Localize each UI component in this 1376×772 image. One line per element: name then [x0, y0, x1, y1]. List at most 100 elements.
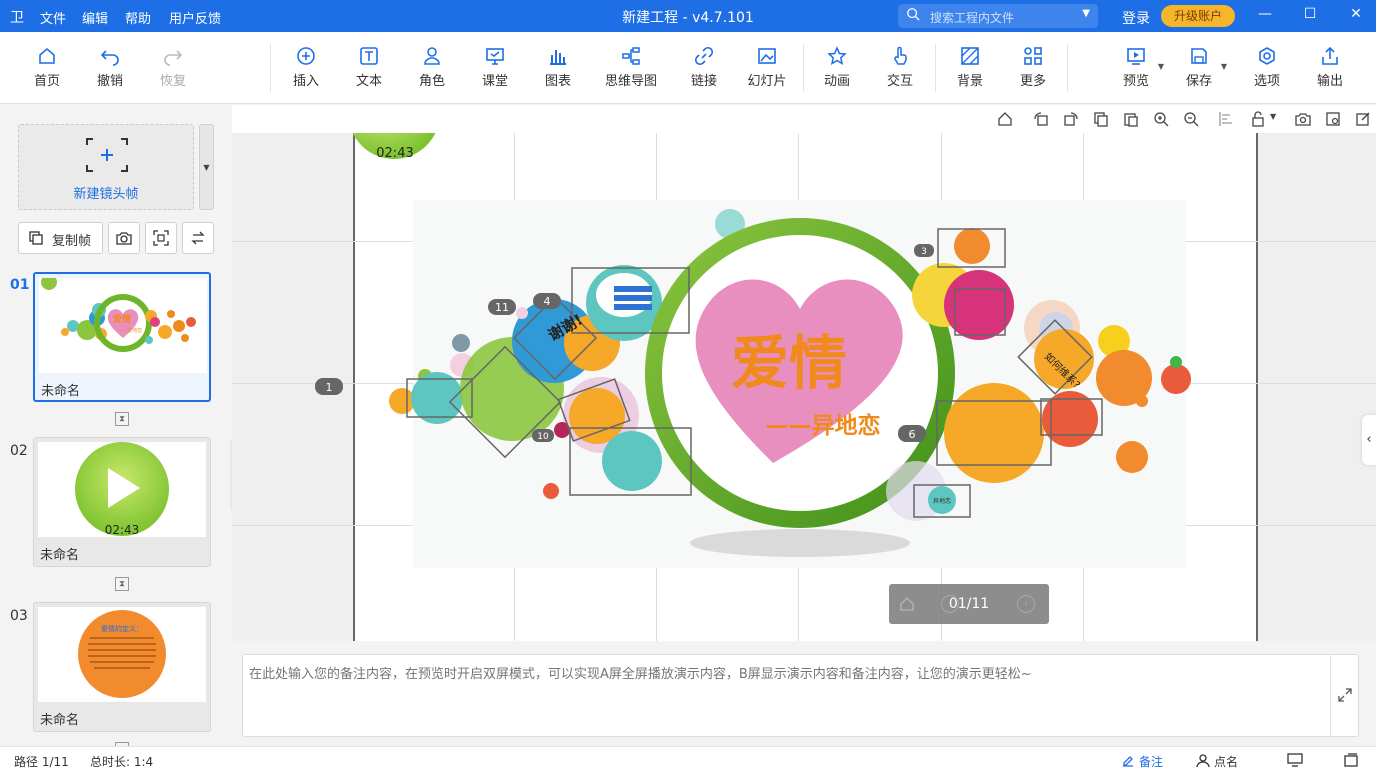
slide-name[interactable]: 未命名	[40, 709, 79, 728]
minimize-icon[interactable]: —	[1255, 6, 1275, 22]
canvas-stage[interactable]: 02:43 爱情 ——异地恋 异地恋 谢谢! 如何维系? 1 3 4 6 10 …	[232, 133, 1376, 641]
align-left-icon[interactable]	[1218, 111, 1234, 127]
rollcall-icon[interactable]	[1196, 754, 1210, 768]
bubble	[543, 483, 559, 499]
mindmap-button[interactable]: 思维导图	[596, 46, 666, 89]
undo-button[interactable]: 撤销	[80, 46, 140, 89]
person-icon	[424, 47, 440, 65]
new-frame-button[interactable]: 新建镜头帧	[18, 124, 194, 210]
slide-3-preview-art: 爱情的定义：	[78, 610, 166, 698]
home-button[interactable]: 首页	[17, 46, 77, 89]
menu-feedback[interactable]: 用户反馈	[169, 8, 221, 27]
expand-right-panel-button[interactable]: ‹	[1362, 415, 1376, 465]
lock-icon[interactable]	[1250, 111, 1266, 127]
slide-thumbnail-3[interactable]: 爱情的定义： 未命名	[33, 602, 211, 732]
redo-button[interactable]: 恢复	[143, 46, 203, 89]
image-settings-icon[interactable]	[1325, 111, 1341, 127]
link-button[interactable]: 链接	[674, 46, 734, 89]
bubble	[944, 383, 1044, 483]
tag-label: 异地恋	[933, 497, 951, 505]
copy-icon[interactable]	[1093, 111, 1109, 127]
save-button[interactable]: 保存 ▼	[1169, 46, 1229, 89]
preview-label: 预览	[1122, 74, 1149, 89]
role-button[interactable]: 角色	[402, 46, 462, 89]
insert-button[interactable]: 插入	[276, 46, 336, 89]
image-slide-icon	[758, 48, 776, 64]
play-screen-icon	[1127, 48, 1145, 65]
notes-icon[interactable]	[1121, 754, 1135, 768]
redo-icon	[164, 50, 183, 66]
text-button[interactable]: 文本	[339, 46, 399, 89]
slide-title: 爱情	[731, 329, 847, 397]
new-frame-label: 新建镜头帧	[73, 187, 139, 202]
next-page-button[interactable]: ›	[1017, 595, 1035, 613]
slide-name[interactable]: 未命名	[40, 544, 79, 563]
menu-help[interactable]: 帮助	[125, 8, 151, 27]
upgrade-button[interactable]: 升级账户	[1161, 5, 1235, 27]
chevron-down-icon[interactable]: ▼	[1270, 112, 1276, 121]
edit-icon[interactable]	[1355, 111, 1371, 127]
swap-frame-button[interactable]	[182, 222, 214, 254]
screen-icon[interactable]	[1287, 753, 1303, 767]
role-label: 角色	[418, 74, 445, 89]
toolbar-divider	[803, 44, 804, 92]
path-badge-label: 11	[495, 301, 509, 314]
notes-input[interactable]	[249, 663, 1329, 723]
copy-frame-button[interactable]: 复制帧	[18, 222, 103, 254]
options-button[interactable]: 选项	[1237, 46, 1297, 89]
animation-button[interactable]: 动画	[807, 46, 867, 89]
close-icon[interactable]: ✕	[1346, 6, 1366, 22]
project-search-input[interactable]: 搜索工程内文件 ▼	[898, 4, 1098, 28]
bubble	[516, 307, 528, 319]
save-label: 保存	[1185, 74, 1212, 89]
slide-button[interactable]: 幻灯片	[737, 46, 797, 89]
paste-icon[interactable]	[1123, 111, 1139, 127]
more-button[interactable]: 更多	[1003, 46, 1063, 89]
zoom-out-icon[interactable]	[1183, 111, 1199, 127]
zoom-in-icon[interactable]	[1153, 111, 1169, 127]
class-button[interactable]: 课堂	[465, 46, 525, 89]
notes-toggle[interactable]: 备注	[1139, 753, 1163, 770]
rotate-left-icon[interactable]	[1033, 111, 1049, 127]
camera-icon[interactable]	[1295, 111, 1311, 127]
slide-preview: 爱情 ——异地恋	[39, 278, 207, 373]
bubble	[954, 228, 990, 264]
fit-frame-button[interactable]	[145, 222, 177, 254]
bubble	[1161, 364, 1191, 394]
title-bar: 卫 文件 编辑 帮助 用户反馈 新建工程 - v4.7.101 搜索工程内文件 …	[0, 0, 1376, 32]
transition-icon[interactable]: ⧗	[115, 577, 129, 591]
transition-icon[interactable]: ⧗	[115, 412, 129, 426]
slide-name[interactable]: 未命名	[41, 380, 80, 399]
window-icon[interactable]	[1343, 753, 1359, 767]
save-icon	[1191, 48, 1207, 64]
preview-button[interactable]: 预览 ▼	[1106, 46, 1166, 89]
expand-icon[interactable]	[1337, 687, 1353, 703]
chart-label: 图表	[544, 74, 571, 89]
menu-edit[interactable]: 编辑	[82, 8, 108, 27]
slide-number: 03	[10, 608, 28, 624]
background-button[interactable]: 背景	[940, 46, 1000, 89]
screenshot-frame-button[interactable]	[108, 222, 140, 254]
chevron-down-icon[interactable]: ▼	[1158, 62, 1164, 71]
interact-label: 交互	[886, 74, 913, 89]
thumb-title: 爱情的定义：	[101, 624, 143, 633]
text-label: 文本	[355, 74, 382, 89]
rotate-right-icon[interactable]	[1063, 111, 1079, 127]
login-link[interactable]: 登录	[1122, 8, 1150, 28]
chevron-down-icon[interactable]: ▼	[1221, 62, 1227, 71]
rollcall-button[interactable]: 点名	[1214, 753, 1238, 770]
home-icon[interactable]	[997, 111, 1013, 127]
maximize-icon[interactable]: ☐	[1300, 6, 1320, 22]
export-button[interactable]: 输出	[1300, 46, 1360, 89]
new-frame-dropdown[interactable]: ▼	[199, 124, 214, 210]
path-badge-label: 4	[544, 295, 551, 308]
chevron-down-icon[interactable]: ▼	[1082, 8, 1090, 19]
slide-label: 幻灯片	[747, 74, 787, 89]
slide-thumbnail-1[interactable]: 爱情 ——异地恋 未命名	[33, 272, 211, 402]
mindmap-label: 思维导图	[604, 74, 657, 89]
slide-thumbnail-2[interactable]: 02:43 未命名	[33, 437, 211, 567]
chart-button[interactable]: 图表	[528, 46, 588, 89]
home-label: 首页	[33, 74, 60, 89]
menu-file[interactable]: 文件	[40, 8, 66, 27]
interact-button[interactable]: 交互	[870, 46, 930, 89]
